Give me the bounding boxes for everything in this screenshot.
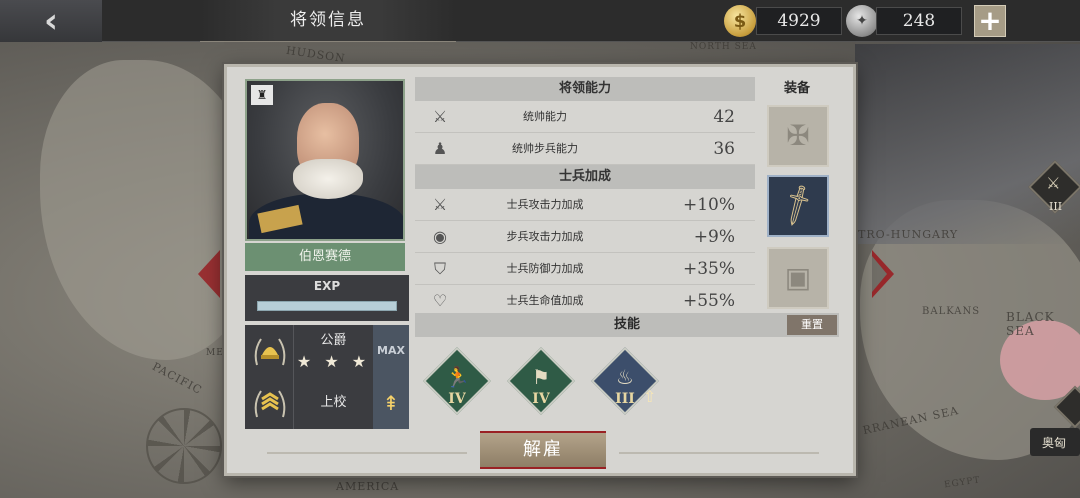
ability-label: 统帅能力 bbox=[523, 110, 567, 123]
ability-value: 42 bbox=[713, 107, 735, 127]
dismiss-button[interactable]: 解雇 bbox=[480, 431, 606, 469]
exp-label: EXP bbox=[313, 279, 341, 293]
back-button[interactable]: ‹ bbox=[0, 0, 102, 42]
officer-type-icon: ♜ bbox=[251, 85, 273, 105]
map-label: NORTH SEA bbox=[690, 42, 757, 52]
military-rank: 上校 bbox=[293, 377, 373, 429]
chest-slot-icon: ▣ bbox=[784, 261, 812, 294]
general-portrait: ♜ bbox=[245, 79, 405, 241]
exp-section: EXP bbox=[245, 275, 409, 321]
bonus-row: ⛉ 士兵防御力加成 +35% bbox=[415, 253, 755, 285]
bonus-label: 士兵攻击力加成 bbox=[506, 198, 584, 211]
nation-chip[interactable]: 奥匈 bbox=[1030, 428, 1080, 456]
divider bbox=[267, 452, 467, 454]
previous-general-arrow-icon[interactable] bbox=[198, 250, 220, 298]
title-rank-name: 公爵 bbox=[320, 333, 347, 348]
gold-coin-icon: $ bbox=[724, 5, 756, 37]
unit-badge-level: III bbox=[1049, 200, 1063, 213]
map-label: AMERICA bbox=[336, 480, 400, 493]
page-title: 将领信息 bbox=[200, 0, 456, 42]
crossed-swords-icon: ⚔ bbox=[432, 107, 448, 126]
skill-slot[interactable]: ♨ III ⇧ bbox=[591, 347, 659, 415]
shield-up-icon: ⛉ bbox=[433, 259, 446, 278]
chest-slot[interactable]: ▣ bbox=[767, 247, 829, 309]
military-rank-row: 上校 ⇞ bbox=[245, 377, 409, 429]
soldiers-illustration bbox=[855, 44, 1080, 244]
ability-value: 36 bbox=[713, 139, 735, 159]
skill-slot[interactable]: ⚑ IV bbox=[507, 347, 575, 415]
map-label: BALKANS bbox=[922, 306, 981, 317]
equipment-heading: 装备 bbox=[783, 81, 810, 96]
reset-skills-button[interactable]: 重置 bbox=[787, 315, 837, 335]
skill-level: IV bbox=[532, 391, 550, 407]
skills-heading: 技能 bbox=[415, 313, 839, 337]
add-currency-button[interactable]: + bbox=[974, 5, 1006, 37]
skill-upgrade-arrow-icon: ⇧ bbox=[643, 387, 657, 406]
bonus-value: +10% bbox=[682, 195, 735, 215]
bonus-row: ◉ 步兵攻击力加成 +9% bbox=[415, 221, 755, 253]
gold-amount: 4929 bbox=[756, 7, 842, 35]
upgrade-rank-button[interactable]: ⇞ bbox=[373, 377, 409, 429]
ability-row: ♟ 统帅步兵能力 36 bbox=[415, 133, 755, 165]
bonus-row: ⚔ 士兵攻击力加成 +10% bbox=[415, 189, 755, 221]
military-rank-name: 上校 bbox=[320, 395, 347, 410]
running-soldier-icon: 🏃 bbox=[445, 365, 470, 389]
map-label: BLACK SEA bbox=[1006, 310, 1055, 338]
attack-up-icon: ⚔ bbox=[432, 195, 448, 214]
map-label: EGYPT bbox=[943, 475, 982, 491]
upgrade-arrow-icon: ⇞ bbox=[382, 391, 400, 415]
map-label: ME bbox=[206, 348, 224, 358]
max-badge: MAX bbox=[373, 325, 409, 377]
exp-bar bbox=[257, 301, 397, 311]
compass-rose-icon bbox=[146, 408, 222, 484]
medal-slot-icon: ✠ bbox=[786, 119, 810, 152]
infantry-attack-icon: ◉ bbox=[433, 227, 447, 246]
bonus-value: +9% bbox=[693, 227, 735, 247]
ability-row: ⚔ 统帅能力 42 bbox=[415, 101, 755, 133]
general-name: 伯恩赛德 bbox=[245, 243, 405, 271]
map-label: PACIFIC bbox=[150, 359, 205, 398]
bonuses-heading: 士兵加成 bbox=[415, 165, 755, 189]
skill-slot[interactable]: 🏃 IV bbox=[423, 347, 491, 415]
portrait-beard bbox=[293, 159, 363, 199]
chevron-rank-icon bbox=[254, 390, 286, 418]
back-arrow-icon: ‹ bbox=[43, 1, 58, 41]
map-label: HUDSON bbox=[285, 43, 347, 66]
stats-section: 将领能力 ⚔ 统帅能力 42 ♟ 统帅步兵能力 36 士兵加成 ⚔ 士兵攻击力加… bbox=[415, 77, 755, 317]
skill-level: IV bbox=[448, 391, 466, 407]
bonus-label: 士兵防御力加成 bbox=[506, 262, 584, 275]
heart-up-icon: ♡ bbox=[432, 291, 448, 310]
title-rank-stars: ★ ★ ★ bbox=[296, 352, 371, 371]
silver-medal-icon: ✦ bbox=[846, 5, 878, 37]
medal-slot[interactable]: ✠ bbox=[767, 105, 829, 167]
silver-amount: 248 bbox=[876, 7, 962, 35]
ability-label: 统帅步兵能力 bbox=[512, 142, 578, 155]
top-bar: ‹ 将领信息 $ 4929 ✦ 248 + bbox=[0, 0, 1080, 42]
next-general-arrow-icon[interactable] bbox=[872, 250, 894, 298]
abilities-heading: 将领能力 bbox=[415, 77, 755, 101]
sword-icon: 🗡 bbox=[772, 180, 823, 231]
infantry-helmet-icon: ♟ bbox=[432, 139, 448, 158]
weapon-slot[interactable]: 🗡 bbox=[767, 175, 829, 237]
prone-rifleman-icon: ⚑ bbox=[532, 365, 550, 389]
title-rank: 公爵 ★ ★ ★ bbox=[293, 325, 373, 377]
divider bbox=[619, 452, 819, 454]
bonus-label: 步兵攻击力加成 bbox=[506, 230, 584, 243]
map-label: TRO-HUNGARY bbox=[858, 228, 959, 241]
flame-soldier-icon: ♨ bbox=[616, 365, 634, 389]
general-info-panel: ♜ 伯恩赛德 EXP 公爵 ★ ★ ★ MAX 上校 ⇞ 将领能力 ⚔ 统帅能力… bbox=[224, 64, 856, 476]
laurel-helmet-icon bbox=[254, 338, 286, 366]
bonus-value: +35% bbox=[682, 259, 735, 279]
plus-icon: + bbox=[978, 4, 1002, 37]
crossed-swords-icon: ⚔ bbox=[1046, 173, 1061, 193]
title-rank-row: 公爵 ★ ★ ★ MAX bbox=[245, 325, 409, 377]
